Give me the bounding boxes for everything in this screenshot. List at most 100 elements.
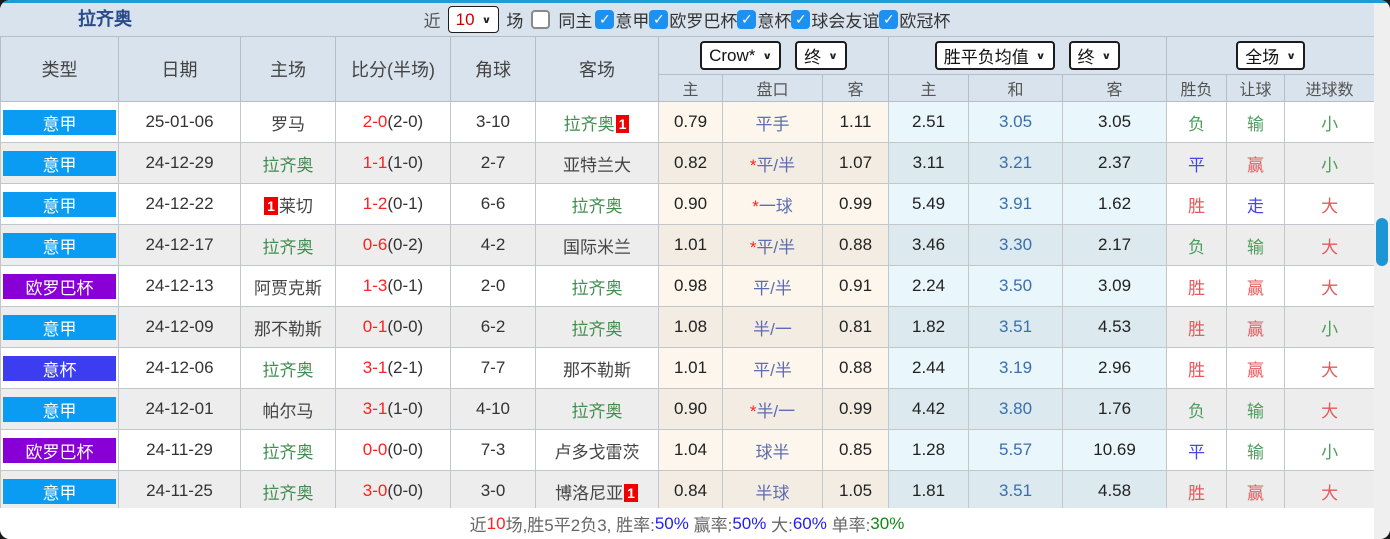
avg-draw-cell: 3.30 bbox=[968, 224, 1064, 266]
type-cell: 意甲 bbox=[0, 183, 119, 225]
goals-cell: 大 bbox=[1284, 265, 1376, 307]
handicap-result-cell: 走 bbox=[1226, 183, 1286, 225]
league-checkbox[interactable]: ✓ bbox=[737, 10, 757, 29]
odds-away-cell: 0.81 bbox=[821, 306, 890, 348]
corner-cell: 7-3 bbox=[450, 429, 536, 471]
avg-odds-select[interactable]: 胜平负均值 ∨ bbox=[934, 41, 1055, 70]
goals-cell: 大 bbox=[1284, 224, 1376, 266]
odds-away-cell: 0.91 bbox=[821, 265, 890, 307]
handicap-result-cell: 输 bbox=[1226, 224, 1286, 266]
odds-final-select[interactable]: 终 ∨ bbox=[795, 41, 847, 70]
same-home-checkbox[interactable] bbox=[531, 10, 551, 29]
same-home-label: 同主 bbox=[558, 12, 593, 31]
odds-home-cell: 0.79 bbox=[658, 101, 723, 143]
avg-away-cell: 4.58 bbox=[1062, 470, 1168, 512]
near-count-select[interactable]: 10 ∨ bbox=[447, 6, 500, 33]
type-cell: 欧罗巴杯 bbox=[0, 265, 119, 307]
match-row: 意甲 24-11-25 拉齐奥 3-0(0-0) 3-0 博洛尼亚 1 0.84 半球 1.05 1… bbox=[0, 470, 1376, 512]
type-cell: 欧罗巴杯 bbox=[0, 429, 119, 471]
avg-draw-cell: 3.51 bbox=[968, 470, 1064, 512]
red-card-badge: 1 bbox=[264, 196, 278, 215]
col-header-home: 主场 bbox=[240, 36, 336, 102]
matches-label: 场 bbox=[506, 12, 524, 31]
sub-header-avg-away: 客 bbox=[1062, 74, 1168, 102]
league-checkbox[interactable]: ✓ bbox=[879, 10, 899, 29]
match-stats-panel: 拉齐奥 近 10 ∨ 场 同主 ✓ 意甲 ✓ 欧罗巴杯 ✓ 意杯 ✓ 球会友谊 ✓ 欧冠杯 类型 … bbox=[0, 0, 1390, 539]
result-group-header: 全场 ∨ bbox=[1166, 36, 1376, 75]
date-cell: 24-11-25 bbox=[118, 470, 241, 512]
handicap-result-cell: 赢 bbox=[1226, 306, 1286, 348]
avg-away-cell: 10.69 bbox=[1062, 429, 1168, 471]
away-team-name: 国际米兰 bbox=[563, 237, 631, 257]
col-header-corner: 角球 bbox=[450, 36, 536, 102]
scrollbar-thumb[interactable] bbox=[1376, 218, 1388, 266]
away-team-name: 博洛尼亚 bbox=[555, 483, 624, 503]
type-cell: 意甲 bbox=[0, 142, 119, 184]
away-team-name: 拉齐奥 bbox=[571, 196, 623, 216]
league-filter: ✓ 欧冠杯 bbox=[879, 7, 950, 32]
avg-away-cell: 3.05 bbox=[1062, 101, 1168, 143]
score-cell: 3-0(0-0) bbox=[335, 470, 451, 512]
corner-cell: 3-10 bbox=[450, 101, 536, 143]
avg-draw-cell: 3.80 bbox=[968, 388, 1064, 430]
league-checkbox[interactable]: ✓ bbox=[791, 10, 811, 29]
sub-header-goals: 进球数 bbox=[1284, 74, 1376, 102]
handicap-result-cell: 赢 bbox=[1226, 347, 1286, 389]
handicap-value: 一球 bbox=[758, 196, 793, 216]
odds-home-cell: 0.90 bbox=[658, 388, 723, 430]
sub-header-odds-away: 客 bbox=[821, 74, 890, 102]
odds-away-cell: 0.99 bbox=[821, 388, 890, 430]
col-header-score: 比分(半场) bbox=[335, 36, 451, 102]
score-cell: 0-1(0-0) bbox=[335, 306, 451, 348]
result-cell: 平 bbox=[1166, 142, 1228, 184]
avg-final-select[interactable]: 终 ∨ bbox=[1068, 41, 1121, 70]
handicap-result-cell: 赢 bbox=[1226, 142, 1286, 184]
home-team-name: 罗马 bbox=[271, 114, 305, 134]
away-team-name: 卢多戈雷茨 bbox=[554, 442, 640, 462]
odds-company-value: Crow* bbox=[709, 45, 756, 65]
odds-company-select[interactable]: Crow* ∨ bbox=[700, 41, 782, 70]
half-time-score: (0-0) bbox=[387, 440, 424, 459]
league-label: 欧冠杯 bbox=[899, 12, 951, 31]
type-cell: 意甲 bbox=[0, 224, 119, 266]
competition-badge: 意甲 bbox=[3, 314, 116, 340]
league-filter: ✓ 意甲 bbox=[595, 7, 649, 32]
league-checkbox[interactable]: ✓ bbox=[649, 10, 669, 29]
avg-draw-cell: 3.19 bbox=[968, 347, 1064, 389]
away-team-name: 拉齐奥 bbox=[563, 114, 615, 134]
league-label: 球会友谊 bbox=[811, 12, 880, 31]
home-team-cell: 帕尔马 bbox=[240, 388, 336, 430]
away-team-cell: 那不勒斯 bbox=[535, 347, 659, 389]
full-time-score: 1-2 bbox=[362, 194, 388, 213]
handicap-cell: 球半 bbox=[722, 429, 823, 471]
handicap-value: 球半 bbox=[755, 442, 790, 462]
scrollbar-track[interactable] bbox=[1374, 3, 1390, 539]
odds-away-cell: 0.88 bbox=[821, 347, 890, 389]
odds-home-cell: 0.84 bbox=[658, 470, 723, 512]
odds-home-cell: 0.98 bbox=[658, 265, 723, 307]
footer-segment: 30% bbox=[870, 513, 905, 533]
handicap-value: 半球 bbox=[755, 483, 790, 503]
competition-badge: 意甲 bbox=[3, 191, 116, 217]
away-team-cell: 拉齐奥 bbox=[535, 388, 659, 430]
top-bar: 拉齐奥 近 10 ∨ 场 同主 ✓ 意甲 ✓ 欧罗巴杯 ✓ 意杯 ✓ 球会友谊 ✓ 欧冠杯 bbox=[0, 3, 1374, 36]
league-filter-list: ✓ 意甲 ✓ 欧罗巴杯 ✓ 意杯 ✓ 球会友谊 ✓ 欧冠杯 bbox=[595, 7, 950, 32]
period-select[interactable]: 全场 ∨ bbox=[1236, 41, 1305, 70]
league-checkbox[interactable]: ✓ bbox=[595, 10, 615, 29]
corner-cell: 3-0 bbox=[450, 470, 536, 512]
sub-header-handicap: 盘口 bbox=[722, 74, 823, 102]
footer-segment: 单率: bbox=[826, 516, 871, 535]
handicap-result-cell: 输 bbox=[1226, 429, 1286, 471]
home-team-cell: 拉齐奥 bbox=[240, 470, 336, 512]
type-cell: 意杯 bbox=[0, 347, 119, 389]
avg-draw-cell: 5.57 bbox=[968, 429, 1064, 471]
odds-away-cell: 1.11 bbox=[821, 101, 890, 143]
sub-header-result: 胜负 bbox=[1166, 74, 1228, 102]
goals-cell: 大 bbox=[1284, 347, 1376, 389]
avg-draw-cell: 3.51 bbox=[968, 306, 1064, 348]
home-team-name: 拉齐奥 bbox=[262, 237, 314, 257]
half-time-score: (0-2) bbox=[387, 235, 424, 254]
avg-away-cell: 4.53 bbox=[1062, 306, 1168, 348]
competition-badge: 意杯 bbox=[3, 355, 116, 381]
away-team-cell: 亚特兰大 bbox=[535, 142, 659, 184]
